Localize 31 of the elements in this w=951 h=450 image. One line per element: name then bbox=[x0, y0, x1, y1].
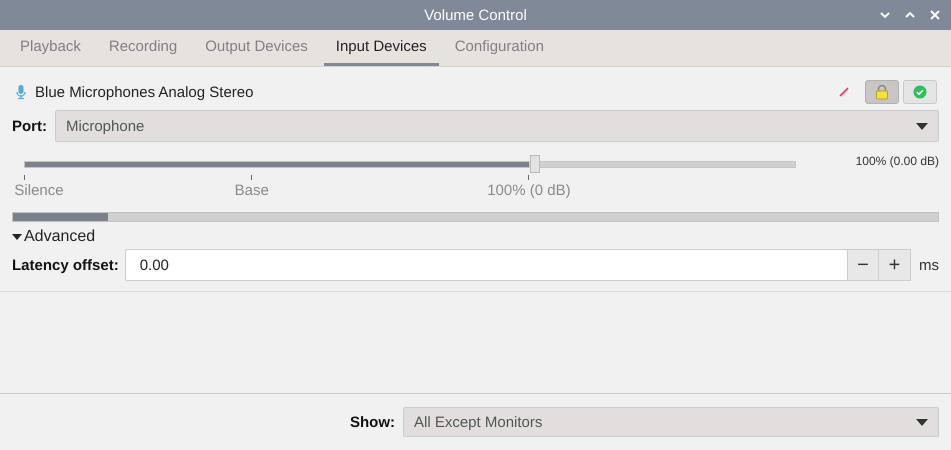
tab[interactable]: Input Devices bbox=[324, 30, 439, 66]
expander-arrow-icon bbox=[12, 233, 22, 241]
volume-reading: 100% (0.00 dB) bbox=[856, 154, 939, 170]
scale-label: 100% (0 dB) bbox=[487, 182, 571, 199]
port-label: Port: bbox=[12, 118, 47, 134]
tab[interactable]: Playback bbox=[8, 30, 93, 66]
unit-label: ms bbox=[919, 256, 939, 274]
dropdown-arrow-icon bbox=[916, 418, 928, 426]
lock-button[interactable] bbox=[865, 80, 899, 104]
latency-field[interactable]: 0.00 bbox=[124, 249, 847, 281]
advanced-expander[interactable]: Advanced bbox=[12, 228, 96, 246]
increment-button[interactable]: + bbox=[879, 249, 911, 281]
check-circle-icon bbox=[913, 85, 927, 99]
show-label: Show: bbox=[350, 414, 395, 430]
scale-label: Silence bbox=[14, 182, 64, 199]
microphone-icon bbox=[15, 84, 27, 100]
close-icon[interactable] bbox=[929, 9, 941, 21]
show-dropdown[interactable]: All Except Monitors bbox=[403, 407, 939, 437]
port-dropdown[interactable]: Microphone bbox=[55, 110, 939, 142]
dropdown-arrow-icon bbox=[916, 122, 928, 130]
decrement-button[interactable]: − bbox=[847, 249, 879, 281]
padlock-icon bbox=[875, 84, 889, 100]
tab[interactable]: Recording bbox=[96, 30, 190, 66]
latency-label: Latency offset: bbox=[12, 256, 119, 274]
tab[interactable]: Configuration bbox=[442, 30, 556, 66]
tab[interactable]: Output Devices bbox=[193, 30, 320, 66]
set-default-button[interactable] bbox=[903, 80, 937, 104]
device-name: Blue Microphones Analog Stereo bbox=[35, 84, 254, 100]
window-title: Volume Control bbox=[424, 6, 527, 24]
slider-handle[interactable] bbox=[530, 155, 540, 173]
scale-label: Base bbox=[234, 182, 269, 199]
